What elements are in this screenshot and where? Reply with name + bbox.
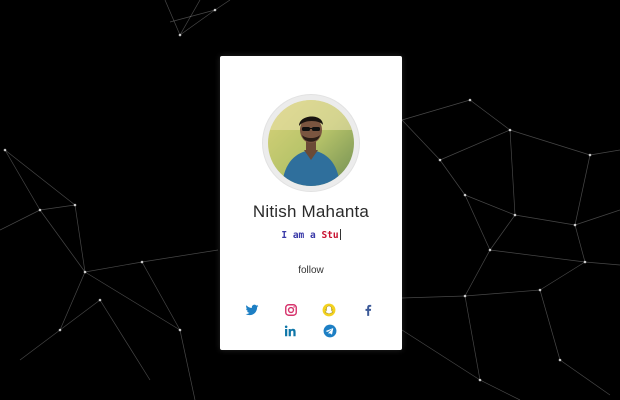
- profile-name: Nitish Mahanta: [252, 202, 370, 221]
- avatar: [268, 100, 354, 186]
- typing-highlight: Stu: [321, 230, 339, 241]
- instagram-icon[interactable]: [284, 303, 298, 317]
- typing-cursor: [339, 229, 341, 240]
- profile-card: Nitish Mahanta I am a Stu follow: [220, 56, 402, 350]
- telegram-icon[interactable]: [323, 324, 337, 338]
- linkedin-icon[interactable]: [283, 324, 297, 338]
- typing-tagline: I am a Stu: [220, 229, 402, 241]
- twitter-icon[interactable]: [245, 303, 259, 317]
- facebook-icon[interactable]: [361, 303, 375, 317]
- avatar-frame: [263, 95, 359, 191]
- typing-prefix: I am a: [281, 230, 322, 241]
- follow-button[interactable]: follow: [220, 265, 402, 276]
- snapchat-icon[interactable]: [322, 303, 336, 317]
